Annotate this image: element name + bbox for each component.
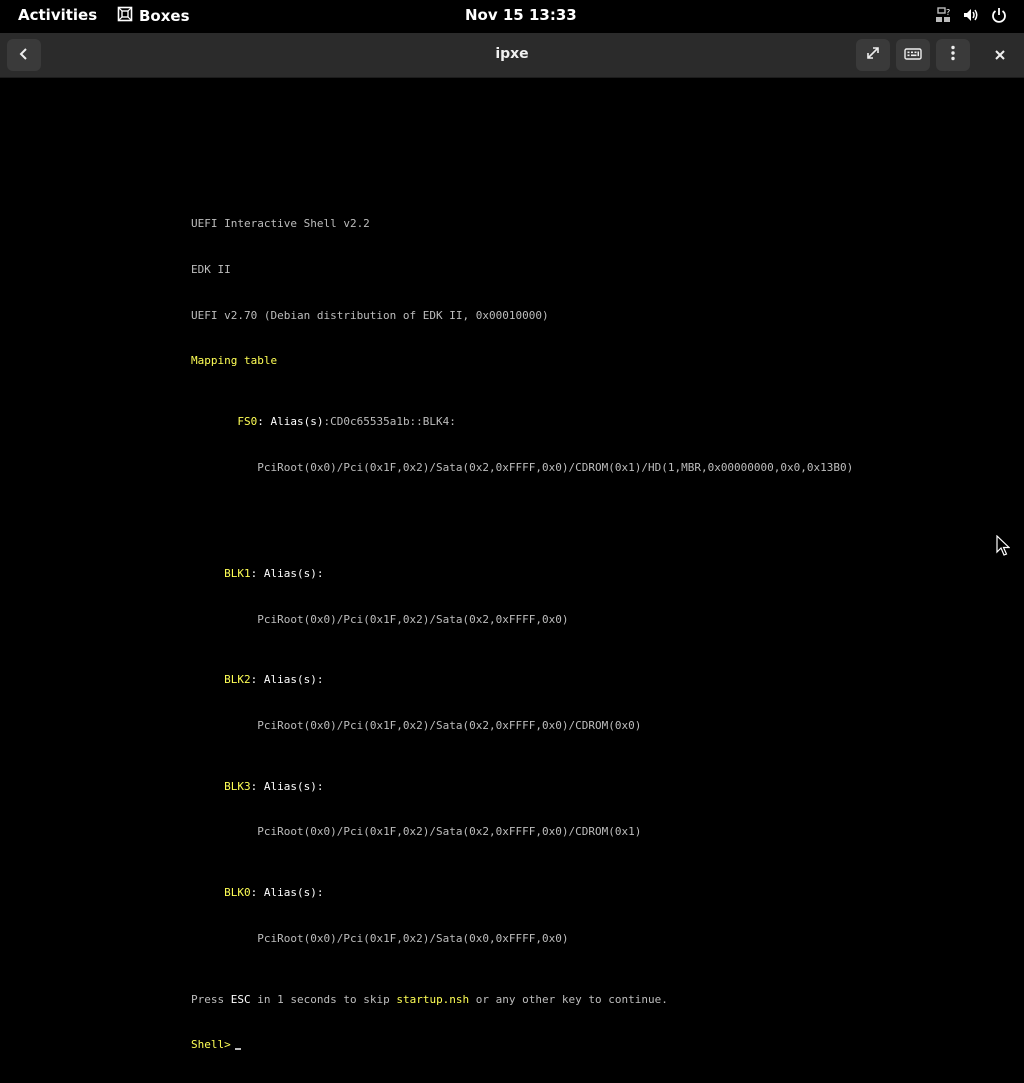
device-path: PciRoot(0x0)/Pci(0x1F,0x2)/Sata(0x2,0xFF… (191, 718, 853, 733)
console-line: EDK II (191, 263, 231, 276)
close-icon (994, 46, 1006, 65)
clock[interactable]: Nov 15 13:33 (465, 6, 577, 24)
press-text: in 1 seconds to skip (250, 992, 397, 1006)
device-name: FS0 (237, 414, 258, 428)
text-cursor (234, 1048, 241, 1051)
alias-label: : Alias(s) (250, 566, 317, 580)
mapping-table-heading: Mapping table (191, 354, 278, 368)
app-menu[interactable]: Boxes (117, 6, 190, 26)
mapping-entry-blk0: BLK0: Alias(s): (191, 885, 853, 900)
close-button[interactable] (983, 39, 1017, 71)
device-path-text: PciRoot(0x0)/Pci(0x1F,0x2)/Sata(0x2,0xFF… (257, 460, 854, 474)
alias-value: : (316, 779, 324, 793)
device-path: PciRoot(0x0)/Pci(0x1F,0x2)/Sata(0x2,0xFF… (191, 824, 853, 839)
svg-text:?: ? (946, 8, 950, 17)
console-line: UEFI v2.70 (Debian distribution of EDK I… (191, 308, 549, 322)
menu-icon (950, 45, 956, 65)
device-path: PciRoot(0x0)/Pci(0x1F,0x2)/Sata(0x0,0xFF… (191, 931, 853, 946)
fullscreen-button[interactable] (856, 39, 890, 71)
device-path-text: PciRoot(0x0)/Pci(0x1F,0x2)/Sata(0x2,0xFF… (257, 718, 642, 732)
device-path: PciRoot(0x0)/Pci(0x1F,0x2)/Sata(0x2,0xFF… (191, 612, 853, 627)
device-name: BLK3 (224, 779, 251, 793)
network-unknown-icon[interactable]: ? (934, 6, 952, 24)
press-text: or any other key to continue. (469, 992, 668, 1006)
device-name: BLK0 (224, 886, 251, 900)
vm-display[interactable]: UEFI Interactive Shell v2.2 EDK II UEFI … (0, 78, 1024, 1051)
startup-script-name: startup.nsh (396, 992, 470, 1006)
console-line: UEFI Interactive Shell v2.2 (191, 217, 370, 231)
alias-value: : (316, 886, 324, 900)
app-menu-label: Boxes (139, 7, 190, 25)
fullscreen-icon (865, 45, 881, 65)
shell-prompt-line[interactable]: Shell> (191, 1037, 853, 1052)
mouse-pointer-icon (996, 534, 1011, 561)
system-tray[interactable]: ? (934, 6, 1008, 24)
alias-label: : Alias(s) (250, 779, 317, 793)
uefi-shell-output: UEFI Interactive Shell v2.2 EDK II UEFI … (191, 186, 853, 1083)
device-path-text: PciRoot(0x0)/Pci(0x1F,0x2)/Sata(0x0,0xFF… (257, 931, 569, 945)
volume-icon[interactable] (962, 6, 980, 24)
boxes-icon (117, 6, 133, 26)
device-path: PciRoot(0x0)/Pci(0x1F,0x2)/Sata(0x2,0xFF… (191, 460, 853, 475)
shell-prompt: Shell> (191, 1038, 231, 1052)
header-bar: ipxe (0, 33, 1024, 78)
menu-button[interactable] (936, 39, 970, 71)
mapping-entry-blk1: BLK1: Alias(s): (191, 566, 853, 581)
alias-value: : (316, 673, 324, 687)
mapping-entry-fs0: FS0: Alias(s):CD0c65535a1b::BLK4: (191, 414, 853, 429)
device-name: BLK1 (224, 566, 251, 580)
activities-button[interactable]: Activities (18, 6, 97, 24)
keyboard-icon (904, 46, 922, 65)
alias-value: : (316, 566, 324, 580)
startup-countdown-line: Press ESC in 1 seconds to skip startup.n… (191, 992, 853, 1007)
esc-key-text: ESC (230, 992, 251, 1006)
mapping-entry-blk3: BLK3: Alias(s): (191, 779, 853, 794)
alias-label: : Alias(s) (257, 414, 324, 428)
alias-value: :CD0c65535a1b::BLK4: (323, 414, 456, 428)
alias-label: : Alias(s) (250, 673, 317, 687)
power-icon[interactable] (990, 6, 1008, 24)
device-path-text: PciRoot(0x0)/Pci(0x1F,0x2)/Sata(0x2,0xFF… (257, 612, 569, 626)
keyboard-button[interactable] (896, 39, 930, 71)
top-bar: Activities Boxes Nov 15 13:33 ? (0, 0, 1024, 31)
mapping-entry-blk2: BLK2: Alias(s): (191, 672, 853, 687)
press-text: Press (191, 992, 231, 1006)
device-name: BLK2 (224, 673, 251, 687)
device-path-text: PciRoot(0x0)/Pci(0x1F,0x2)/Sata(0x2,0xFF… (257, 825, 642, 839)
alias-label: : Alias(s) (250, 886, 317, 900)
